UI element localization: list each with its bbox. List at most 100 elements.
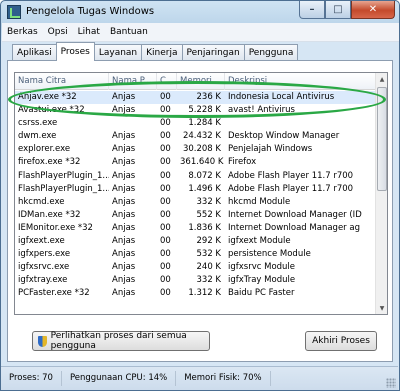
cell-image-name: hkcmd.exe [18,196,65,207]
column-header-user-name[interactable]: Nama P... [109,73,157,90]
table-row[interactable]: Avastui.exe *32 Anjas 00 5.228 K avast! Anti… [15,104,376,117]
cell-user-name: Anjas [112,262,136,273]
title-bar[interactable]: Pengelola Tugas Windows – □ ✕ [1,1,399,23]
cell-user-name: Anjas [112,170,136,181]
column-header-image-name[interactable]: Nama Citra [15,73,109,90]
table-row[interactable]: PCFaster.exe *32 Anjas 00 1.312 K Baidu PC F… [15,287,376,300]
table-row[interactable]: hkcmd.exe Anjas 00 332 K hkcmd Module [15,196,376,209]
cell-description: Internet Download Manager ag [228,222,360,233]
cell-description: persistence Module [228,249,311,260]
cell-cpu: 00 [160,131,171,142]
cell-cpu: 00 [160,157,171,168]
cell-image-name: Avastui.exe *32 [18,105,85,116]
process-list[interactable]: Nama Citra Nama P... C... Memori ... Des… [14,72,388,315]
cell-memory: 1.836 K [188,222,221,233]
table-row[interactable]: FlashPlayerPlugin_1... Anjas 00 1.496 K Adob… [15,183,376,196]
cell-image-name: Anjav.exe *32 [18,92,77,102]
cell-cpu: 00 [160,275,171,286]
cell-image-name: igfxpers.exe [18,249,71,260]
cell-image-name: igfxsrvc.exe [18,262,70,273]
table-row[interactable]: dwm.exe Anjas 00 24.432 K Desktop Window Man… [15,130,376,143]
menu-berkas[interactable]: Berkas [2,27,43,37]
cell-memory: 5.228 K [188,105,221,116]
cell-memory: 1.284 K [188,118,221,129]
column-header-description[interactable]: Deskripsi [225,73,376,90]
cell-description: Adobe Flash Player 11.7 r700 [228,183,354,194]
cell-image-name: PCFaster.exe *32 [18,288,90,299]
column-header-cpu[interactable]: C... [157,73,177,90]
cell-memory: 361.640 K [180,157,224,168]
table-row[interactable]: FlashPlayerPlugin_1... Anjas 00 8.072 K Adob… [15,170,376,183]
cell-cpu: 00 [160,209,171,220]
maximize-button[interactable]: □ [325,1,351,19]
cell-memory: 1.496 K [188,183,221,194]
cell-description: avast! Antivirus [228,105,295,116]
end-process-button[interactable]: Akhiri Proses [305,331,377,351]
menu-lihat[interactable]: Lihat [73,27,105,37]
cell-user-name: Anjas [112,131,136,142]
cell-cpu: 00 [160,262,171,273]
cell-user-name: Anjas [112,157,136,168]
table-row[interactable]: igfxsrvc.exe Anjas 00 240 K igfxsrvc Module [15,261,376,274]
cell-cpu: 00 [160,288,171,299]
close-button[interactable]: ✕ [351,1,395,19]
cell-user-name: Anjas [112,236,136,247]
scroll-down-arrow-icon[interactable]: ▼ [376,302,387,314]
status-process-count: Proses: 70 [1,371,62,386]
cell-cpu: 00 [160,144,171,155]
uac-shield-icon [38,335,47,347]
table-row[interactable]: igfxtray.exe Anjas 00 332 K igfxTray Module [15,274,376,287]
status-bar: Proses: 70 Penggunaan CPU: 14% Memori Fi… [1,366,398,390]
tab-kinerja[interactable]: Kinerja [141,44,183,61]
cell-user-name: Anjas [112,288,136,299]
tab-layanan[interactable]: Layanan [93,44,143,61]
cell-user-name: Anjas [112,196,136,207]
table-row[interactable]: csrss.exe 00 1.284 K [15,117,376,130]
cell-memory: 1.312 K [188,288,221,299]
tab-aplikasi[interactable]: Aplikasi [12,44,57,61]
vertical-scrollbar[interactable]: ▲ ▼ [375,73,387,314]
cell-memory: 240 K [196,262,222,273]
table-row[interactable]: igfxext.exe Anjas 00 292 K igfxext Module [15,235,376,248]
cell-user-name: Anjas [112,275,136,286]
cell-image-name: FlashPlayerPlugin_1... [18,170,109,181]
cell-memory: 552 K [196,209,222,220]
cell-description: Firefox [228,157,257,168]
cell-memory: 332 K [196,275,222,286]
cell-description: Desktop Window Manager [228,131,340,142]
table-row[interactable]: IEMonitor.exe *32 Anjas 00 1.836 K Internet … [15,222,376,235]
cell-description: Baidu PC Faster [228,288,295,299]
cell-memory: 30.208 K [182,144,221,155]
table-row[interactable]: explorer.exe Anjas 00 30.208 K Penjelajah Wi… [15,143,376,156]
scrollbar-thumb[interactable] [377,87,387,191]
cell-cpu: 00 [160,222,171,233]
tab-penjaringan[interactable]: Penjaringan [181,44,245,61]
show-all-users-button[interactable]: Perlihatkan proses dari semua pengguna [32,331,210,351]
cell-cpu: 00 [160,170,171,181]
cell-cpu: 00 [160,118,171,129]
tab-pengguna[interactable]: Pengguna [243,44,299,61]
menu-bar: Berkas Opsi Lihat Bantuan [2,23,399,42]
menu-bantuan[interactable]: Bantuan [105,27,153,37]
cell-user-name: Anjas [112,222,136,233]
cell-cpu: 00 [160,236,171,247]
cell-user-name [109,117,157,130]
table-row[interactable]: Anjav.exe *32 Anjas 00 236 K Indonesia Local… [15,91,376,105]
cell-description [225,117,376,130]
cell-cpu: 00 [160,92,171,102]
window-title: Pengelola Tugas Windows [26,6,155,17]
tab-proses[interactable]: Proses [55,42,95,61]
cell-user-name: Anjas [112,144,136,155]
table-row[interactable]: IDMan.exe *32 Anjas 00 552 K Internet Downlo… [15,209,376,222]
menu-opsi[interactable]: Opsi [43,27,73,37]
minimize-button[interactable]: – [299,1,325,19]
resize-grip-icon[interactable] [386,378,396,388]
process-rows: Anjav.exe *32 Anjas 00 236 K Indonesia Local… [15,91,376,301]
cell-cpu: 00 [160,105,171,116]
table-row[interactable]: igfxpers.exe Anjas 00 532 K persistence Modu… [15,248,376,261]
scroll-up-arrow-icon[interactable]: ▲ [376,73,387,85]
cell-memory: 332 K [196,196,222,207]
column-header-memory[interactable]: Memori ... [177,73,225,90]
table-row[interactable]: firefox.exe *32 Anjas 00 361.640 K Firefox [15,156,376,169]
cell-image-name: firefox.exe *32 [18,157,81,168]
